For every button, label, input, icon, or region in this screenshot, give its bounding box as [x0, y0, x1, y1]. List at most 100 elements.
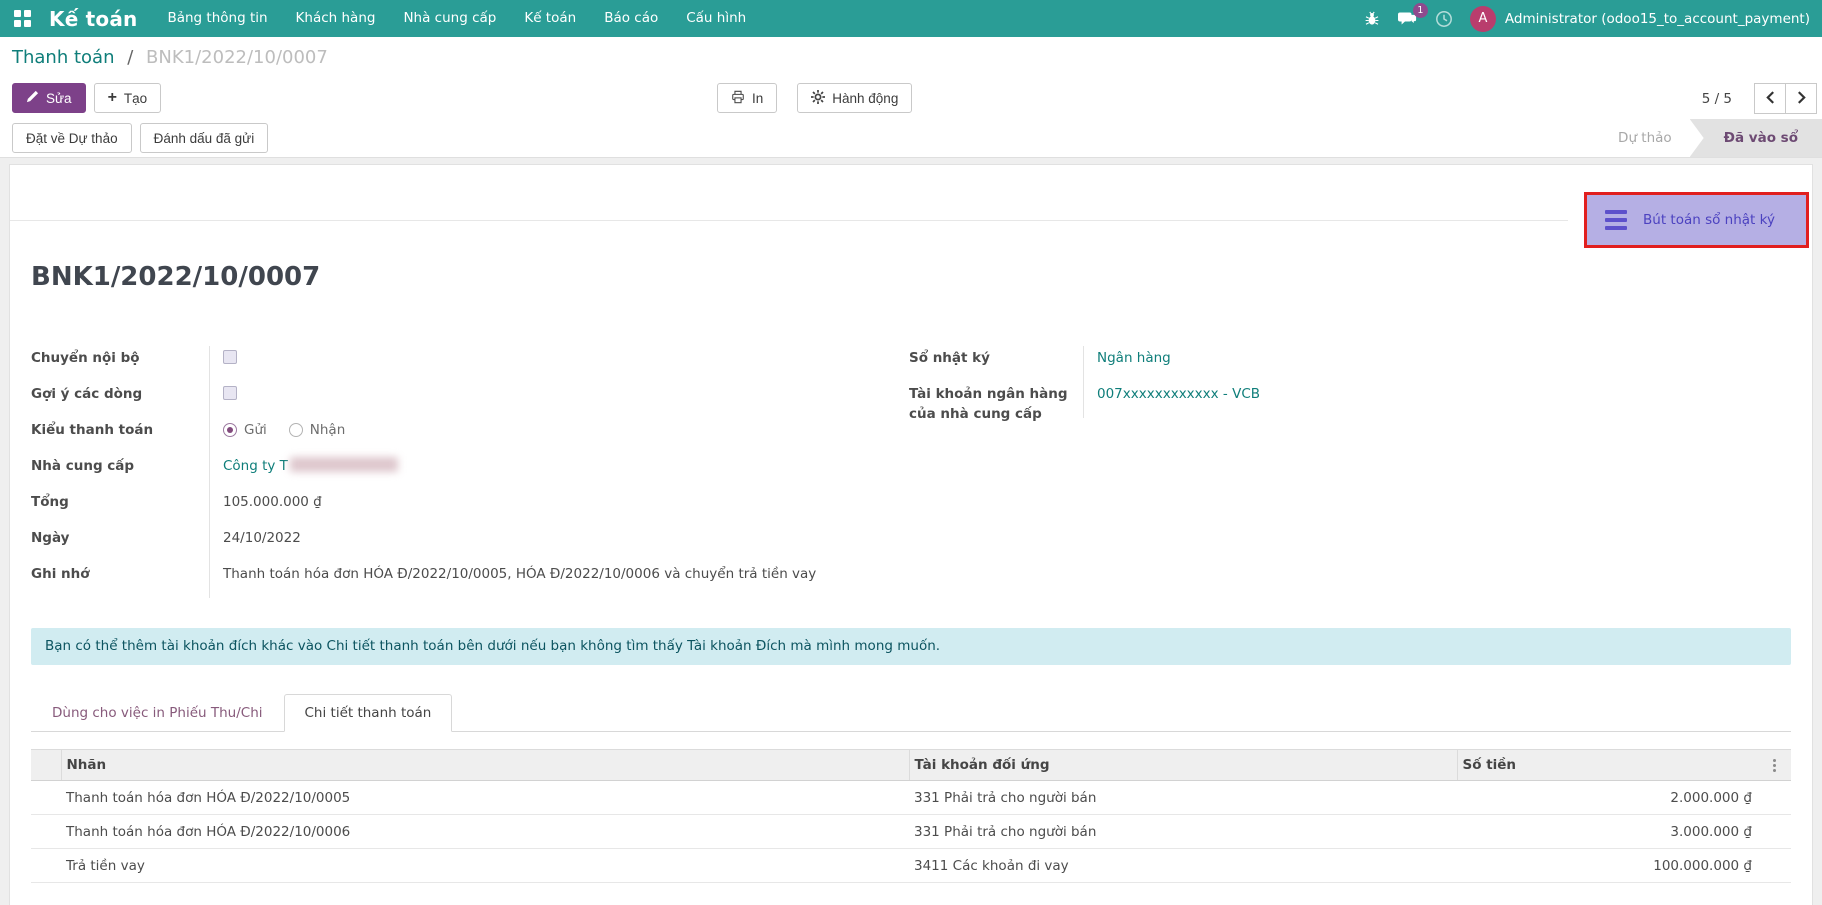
tab-voucher-printing[interactable]: Dùng cho việc in Phiếu Thu/Chi	[31, 694, 284, 731]
breadcrumb-parent-link[interactable]: Thanh toán	[12, 47, 114, 68]
breadcrumb-separator: /	[127, 47, 133, 68]
pager-previous-button[interactable]	[1754, 83, 1786, 114]
print-action-buttons: In Hành động	[717, 83, 912, 113]
field-vendor-bank-account: Tài khoản ngân hàng của nhà cung cấp 007…	[909, 382, 1791, 425]
radio-selected-icon	[223, 423, 237, 437]
row-handle	[31, 815, 61, 849]
suggest-lines-checkbox[interactable]	[223, 386, 237, 400]
reset-to-draft-button[interactable]: Đặt về Dự thảo	[12, 123, 132, 153]
menu-item-configuration[interactable]: Cấu hình	[672, 0, 760, 37]
field-journal: Sổ nhật ký Ngân hàng	[909, 346, 1791, 382]
avatar: A	[1470, 6, 1496, 32]
menu-item-vendors[interactable]: Nhà cung cấp	[389, 0, 510, 37]
navbar-systray: 1 A Administrator (odoo15_to_account_pay…	[1364, 6, 1810, 32]
field-payment-type: Kiểu thanh toán Gửi Nhận	[31, 418, 909, 454]
bank-account-link[interactable]: 007xxxxxxxxxxxx - VCB	[1097, 386, 1260, 402]
info-alert: Bạn có thể thêm tài khoản đích khác vào …	[31, 628, 1791, 665]
table-header-row: Nhãn Tài khoản đối ứng Số tiền	[31, 750, 1791, 781]
page-title: BNK1/2022/10/0007	[31, 262, 1791, 292]
form-sheet: Bút toán sổ nhật ký BNK1/2022/10/0007 Ch…	[9, 164, 1813, 905]
user-menu[interactable]: A Administrator (odoo15_to_account_payme…	[1470, 6, 1810, 32]
menu-item-accounting[interactable]: Kế toán	[510, 0, 590, 37]
field-memo: Ghi nhớ Thanh toán hóa đơn HÓA Đ/2022/10…	[31, 562, 909, 598]
internal-transfer-checkbox[interactable]	[223, 350, 237, 364]
breadcrumb: Thanh toán / BNK1/2022/10/0007	[12, 47, 328, 68]
field-vendor: Nhà cung cấp Công ty T	[31, 454, 909, 490]
create-button[interactable]: + Tạo	[94, 83, 162, 113]
notebook-tabs: Dùng cho việc in Phiếu Thu/Chi Chi tiết …	[31, 694, 1791, 732]
debug-bug-icon[interactable]	[1364, 11, 1380, 27]
statusbar-buttons: Đặt về Dự thảo Đánh dấu đã gửi	[12, 123, 268, 153]
row-account: 331 Phải trả cho người bán	[909, 781, 1457, 815]
pager-count: 5 / 5	[1702, 91, 1732, 107]
payment-type-send-radio[interactable]: Gửi	[223, 420, 267, 440]
content-area: Bút toán sổ nhật ký BNK1/2022/10/0007 Ch…	[0, 158, 1822, 905]
payment-lines-table: Nhãn Tài khoản đối ứng Số tiền Thanh toá…	[31, 749, 1791, 883]
highlight-annotation: Bút toán sổ nhật ký	[1584, 192, 1809, 248]
row-amount: 3.000.000 ₫	[1457, 815, 1757, 849]
journal-entries-smart-button[interactable]: Bút toán sổ nhật ký	[1587, 195, 1806, 245]
row-amount: 100.000.000 ₫	[1457, 849, 1757, 883]
radio-unselected-icon	[289, 423, 303, 437]
label-column-header[interactable]: Nhãn	[61, 750, 909, 781]
optional-columns-icon[interactable]	[1762, 759, 1786, 772]
payment-date: 24/10/2022	[209, 526, 909, 562]
total-amount: 105.000.000 ₫	[209, 490, 909, 526]
table-row[interactable]: Trả tiền vay 3411 Các khoản đi vay 100.0…	[31, 849, 1791, 883]
journal-link[interactable]: Ngân hàng	[1097, 350, 1171, 366]
row-amount: 2.000.000 ₫	[1457, 781, 1757, 815]
field-date: Ngày 24/10/2022	[31, 526, 909, 562]
row-label: Thanh toán hóa đơn HÓA Đ/2022/10/0005	[61, 781, 909, 815]
apps-menu-icon[interactable]	[14, 10, 31, 27]
pencil-icon	[26, 90, 39, 106]
plus-icon: +	[108, 90, 117, 106]
pager: 5 / 5	[1702, 83, 1817, 114]
statusbar-states: Dự thảo Đã vào sổ	[1600, 119, 1822, 157]
odoo-window: Kế toán Bảng thông tin Khách hàng Nhà cu…	[0, 0, 1822, 905]
activities-clock-icon[interactable]	[1435, 10, 1453, 28]
printer-icon	[731, 90, 745, 107]
row-account: 331 Phải trả cho người bán	[909, 815, 1457, 849]
row-label: Thanh toán hóa đơn HÓA Đ/2022/10/0006	[61, 815, 909, 849]
chevron-right-icon	[1797, 89, 1806, 108]
action-button[interactable]: Hành động	[797, 83, 912, 113]
amount-column-header[interactable]: Số tiền	[1457, 750, 1757, 781]
memo-text: Thanh toán hóa đơn HÓA Đ/2022/10/0005, H…	[209, 562, 909, 598]
top-navbar: Kế toán Bảng thông tin Khách hàng Nhà cu…	[0, 0, 1822, 37]
table-row[interactable]: Thanh toán hóa đơn HÓA Đ/2022/10/0005 33…	[31, 781, 1791, 815]
row-account: 3411 Các khoản đi vay	[909, 849, 1457, 883]
record-buttons: Sửa + Tạo	[12, 83, 161, 113]
table-row[interactable]: Thanh toán hóa đơn HÓA Đ/2022/10/0006 33…	[31, 815, 1791, 849]
edit-button[interactable]: Sửa	[12, 83, 86, 113]
form-fields: Chuyển nội bộ Gợi ý các dòng Kiểu thanh …	[31, 346, 1791, 598]
journal-menu-icon	[1605, 210, 1627, 230]
field-suggest-lines: Gợi ý các dòng	[31, 382, 909, 418]
statusbar: Đặt về Dự thảo Đánh dấu đã gửi Dự thảo Đ…	[0, 119, 1822, 158]
menu-item-reports[interactable]: Báo cáo	[590, 0, 672, 37]
account-column-header[interactable]: Tài khoản đối ứng	[909, 750, 1457, 781]
pager-next-button[interactable]	[1785, 83, 1817, 114]
field-total: Tổng 105.000.000 ₫	[31, 490, 909, 526]
state-draft[interactable]: Dự thảo	[1600, 119, 1690, 157]
print-button[interactable]: In	[717, 83, 777, 113]
menu-item-customers[interactable]: Khách hàng	[282, 0, 390, 37]
vendor-link[interactable]: Công ty T	[223, 458, 288, 474]
gear-icon	[811, 90, 825, 107]
app-brand[interactable]: Kế toán	[49, 7, 137, 31]
field-internal-transfer: Chuyển nội bộ	[31, 346, 909, 382]
row-label: Trả tiền vay	[61, 849, 909, 883]
state-posted[interactable]: Đã vào sổ	[1690, 119, 1822, 157]
chevron-left-icon	[1766, 89, 1775, 108]
messages-icon[interactable]: 1	[1397, 10, 1418, 27]
button-box-divider	[10, 220, 1568, 221]
tab-payment-details[interactable]: Chi tiết thanh toán	[284, 694, 453, 732]
main-menu: Bảng thông tin Khách hàng Nhà cung cấp K…	[153, 0, 760, 37]
mark-as-sent-button[interactable]: Đánh dấu đã gửi	[140, 123, 269, 153]
redacted-vendor-name	[290, 457, 398, 472]
user-name: Administrator (odoo15_to_account_payment…	[1505, 11, 1810, 27]
payment-type-receive-radio[interactable]: Nhận	[289, 420, 345, 440]
breadcrumb-current: BNK1/2022/10/0007	[146, 47, 328, 68]
handle-column-header	[31, 750, 61, 781]
message-count-badge: 1	[1413, 3, 1428, 18]
menu-item-dashboard[interactable]: Bảng thông tin	[153, 0, 281, 37]
